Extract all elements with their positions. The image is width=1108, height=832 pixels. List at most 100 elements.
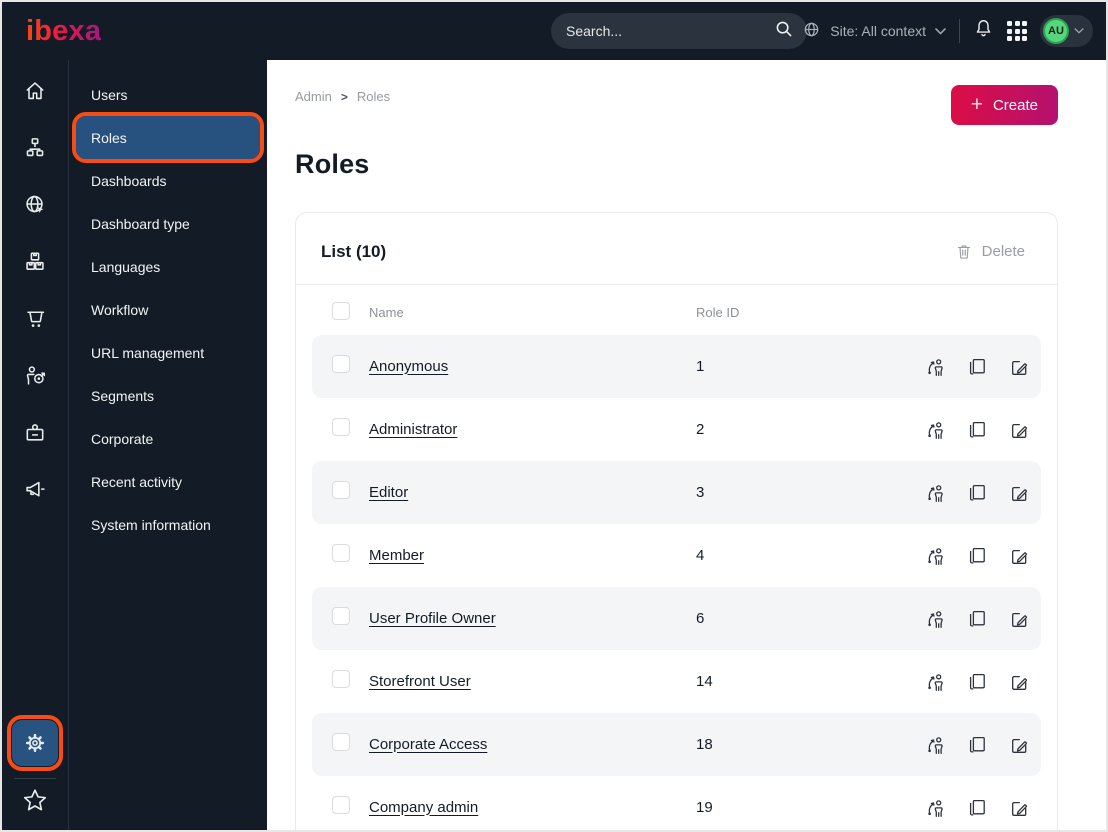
sidebar-item-label: Corporate xyxy=(91,430,154,447)
row-checkbox[interactable] xyxy=(332,670,350,688)
sidebar-item-roles[interactable]: Roles xyxy=(72,112,264,163)
role-name-link[interactable]: Administrator xyxy=(369,421,457,438)
copy-icon xyxy=(969,421,985,438)
sidebar-item-label: Recent activity xyxy=(91,473,183,490)
sidebar-item-corporate[interactable]: Corporate xyxy=(69,417,267,460)
sidebar-item-label: Users xyxy=(91,86,128,103)
role-name-link[interactable]: Company admin xyxy=(369,799,478,816)
assign-user-button[interactable] xyxy=(925,357,945,377)
role-name-link[interactable]: Storefront User xyxy=(369,673,471,690)
nav-commerce[interactable] xyxy=(23,306,47,330)
sidebar-item-segments[interactable]: Segments xyxy=(69,374,267,417)
copy-button[interactable] xyxy=(967,483,987,503)
admin-menu: Users Roles Dashboards Dashboard type Langua… xyxy=(69,60,267,830)
sidebar-item-label: Languages xyxy=(91,258,161,275)
role-name-link[interactable]: Corporate Access xyxy=(369,736,487,753)
role-name-link[interactable]: Editor xyxy=(369,484,408,501)
edit-button[interactable] xyxy=(1009,546,1029,566)
app-window: ibexa Site: All context xyxy=(0,0,1108,832)
sidebar-item-url-management[interactable]: URL management xyxy=(69,331,267,374)
assign-user-icon xyxy=(928,484,943,502)
site-context-selector[interactable]: Site: All context xyxy=(802,20,946,42)
edit-button[interactable] xyxy=(1009,609,1029,629)
assign-user-icon xyxy=(928,421,943,439)
row-checkbox[interactable] xyxy=(332,418,350,436)
edit-icon xyxy=(1012,738,1027,753)
assign-user-button[interactable] xyxy=(925,546,945,566)
row-checkbox[interactable] xyxy=(332,355,350,373)
nav-corporate[interactable] xyxy=(23,420,47,444)
row-checkbox[interactable] xyxy=(332,607,350,625)
role-id-value: 6 xyxy=(696,610,705,627)
nav-site[interactable] xyxy=(23,192,47,216)
sidebar-item-system-information[interactable]: System information xyxy=(69,503,267,546)
sidebar-item-label: Dashboard type xyxy=(91,215,190,232)
breadcrumb-admin[interactable]: Admin xyxy=(295,89,332,104)
sidebar-item-workflow[interactable]: Workflow xyxy=(69,288,267,331)
copy-icon xyxy=(969,799,985,816)
edit-button[interactable] xyxy=(1009,735,1029,755)
badge-icon xyxy=(26,423,44,441)
user-menu[interactable]: AU xyxy=(1040,15,1093,47)
assign-user-button[interactable] xyxy=(925,609,945,629)
assign-user-icon xyxy=(928,358,943,376)
sidebar-item-languages[interactable]: Languages xyxy=(69,245,267,288)
copy-button[interactable] xyxy=(967,735,987,755)
star-icon xyxy=(23,789,47,811)
role-name-link[interactable]: Member xyxy=(369,547,424,564)
global-search[interactable] xyxy=(551,13,807,49)
copy-icon xyxy=(969,484,985,501)
assign-user-icon xyxy=(928,799,943,817)
copy-button[interactable] xyxy=(967,420,987,440)
icon-sidebar-bottom xyxy=(2,715,68,830)
edit-button[interactable] xyxy=(1009,798,1029,818)
create-button[interactable]: + Create xyxy=(950,85,1058,125)
copy-button[interactable] xyxy=(967,672,987,692)
sidebar-item-recent-activity[interactable]: Recent activity xyxy=(69,460,267,503)
nav-settings[interactable] xyxy=(7,715,63,771)
row-checkbox[interactable] xyxy=(332,796,350,814)
sidebar-divider xyxy=(14,778,56,779)
role-name-link[interactable]: User Profile Owner xyxy=(369,610,496,627)
assign-user-icon xyxy=(928,547,943,565)
nav-home[interactable] xyxy=(23,78,47,102)
sidebar-item-dashboards[interactable]: Dashboards xyxy=(69,159,267,202)
copy-button[interactable] xyxy=(967,357,987,377)
copy-button[interactable] xyxy=(967,798,987,818)
sidebar-item-label: Dashboards xyxy=(91,172,167,189)
sidebar-item-users[interactable]: Users xyxy=(69,73,267,116)
edit-button[interactable] xyxy=(1009,672,1029,692)
row-checkbox[interactable] xyxy=(332,481,350,499)
assign-user-button[interactable] xyxy=(925,672,945,692)
row-checkbox[interactable] xyxy=(332,733,350,751)
edit-button[interactable] xyxy=(1009,483,1029,503)
edit-button[interactable] xyxy=(1009,420,1029,440)
edit-button[interactable] xyxy=(1009,357,1029,377)
apps-grid-button[interactable] xyxy=(1007,21,1027,41)
nav-bookmarks[interactable] xyxy=(22,788,48,818)
nav-personalization[interactable] xyxy=(23,363,47,387)
icon-sidebar xyxy=(2,60,69,830)
chevron-down-icon xyxy=(1074,28,1084,34)
select-all-checkbox[interactable] xyxy=(332,302,350,320)
delete-button[interactable]: Delete xyxy=(949,241,1031,262)
row-checkbox[interactable] xyxy=(332,544,350,562)
role-id-value: 19 xyxy=(696,799,713,816)
role-id-value: 3 xyxy=(696,484,705,501)
search-input[interactable] xyxy=(564,22,774,40)
assign-user-button[interactable] xyxy=(925,483,945,503)
copy-icon xyxy=(969,673,985,690)
topbar-right: Site: All context AU xyxy=(802,2,1093,60)
edit-icon xyxy=(1012,549,1027,564)
nav-products[interactable] xyxy=(23,249,47,273)
copy-button[interactable] xyxy=(967,546,987,566)
copy-button[interactable] xyxy=(967,609,987,629)
role-name-link[interactable]: Anonymous xyxy=(369,358,448,375)
nav-campaigns[interactable] xyxy=(23,477,47,501)
sidebar-item-dashboard-type[interactable]: Dashboard type xyxy=(69,202,267,245)
assign-user-button[interactable] xyxy=(925,735,945,755)
assign-user-button[interactable] xyxy=(925,798,945,818)
notifications-button[interactable] xyxy=(973,18,994,44)
assign-user-button[interactable] xyxy=(925,420,945,440)
nav-content-tree[interactable] xyxy=(23,135,47,159)
